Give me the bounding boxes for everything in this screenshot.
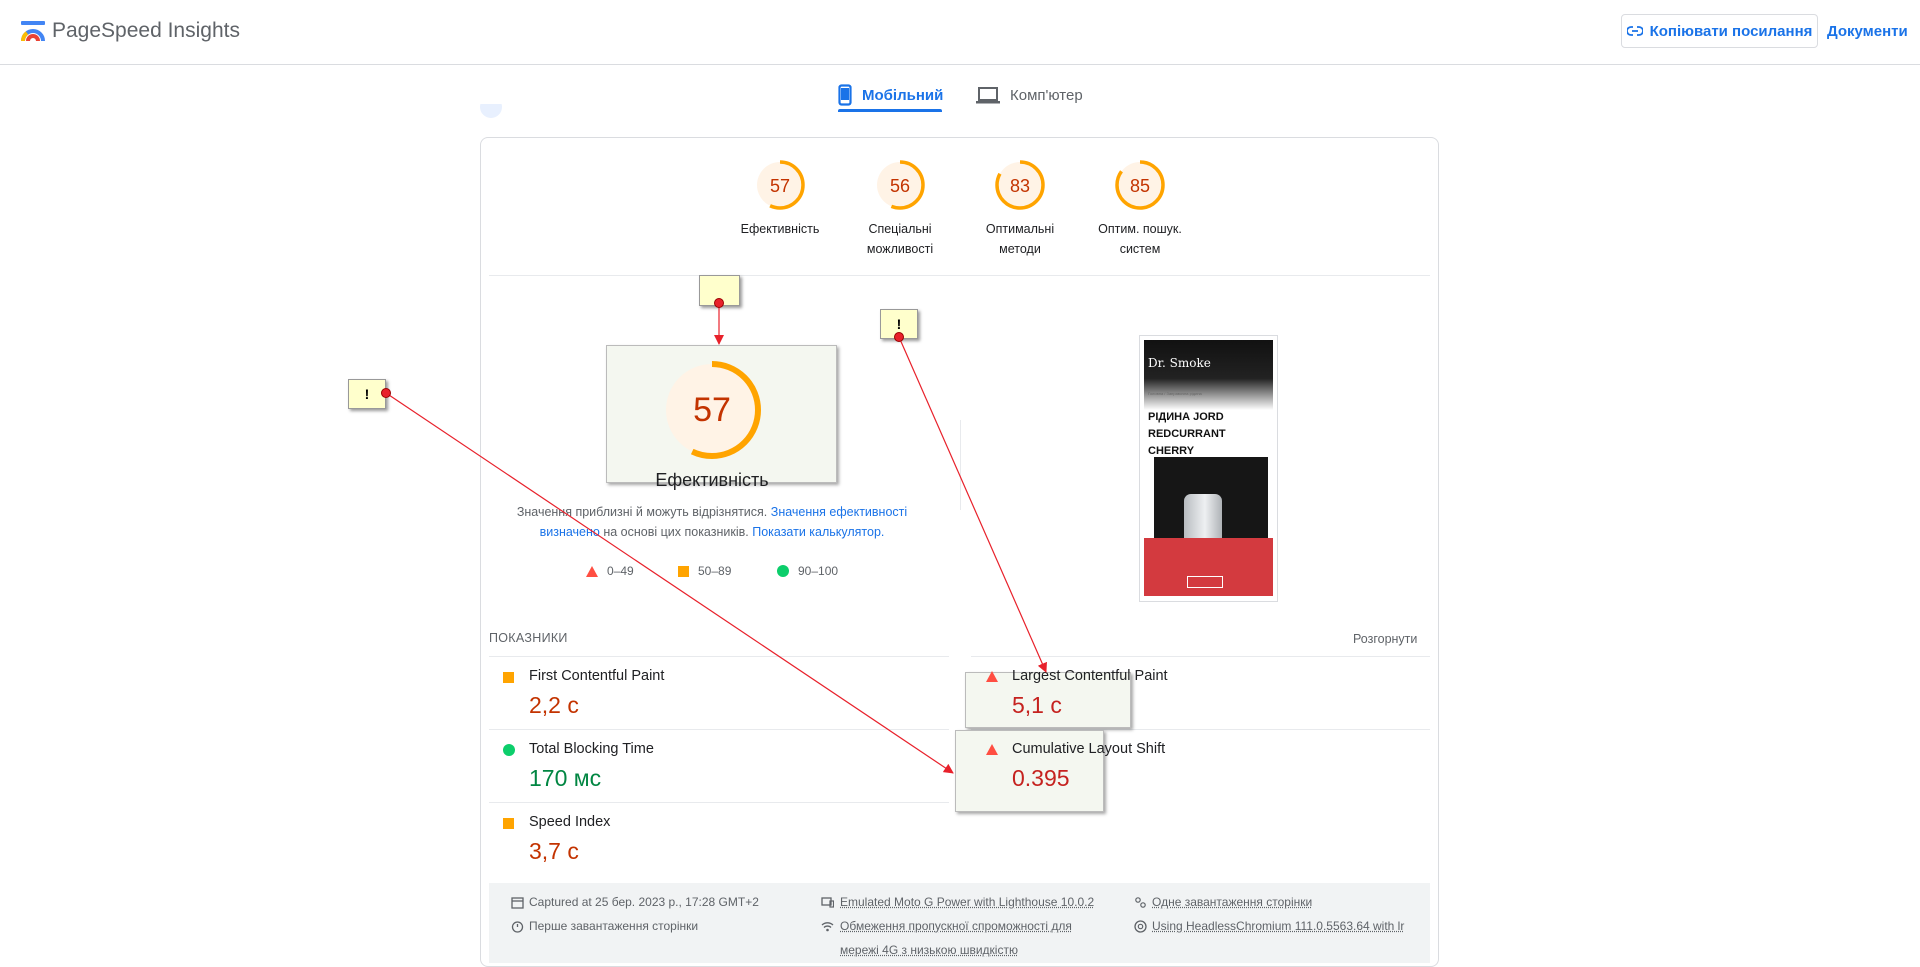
pagespeed-logo-icon[interactable] xyxy=(20,19,46,43)
first-load: Перше завантаження сторінки xyxy=(529,914,698,938)
gauge-score: 57 xyxy=(754,176,806,197)
wifi-icon xyxy=(821,920,834,933)
laptop-icon xyxy=(976,86,1000,104)
calculator-link[interactable]: Показати калькулятор. xyxy=(752,525,884,539)
circle-icon xyxy=(777,565,789,577)
tab-desktop[interactable]: Комп'ютер xyxy=(976,78,1083,112)
metric-name: First Contentful Paint xyxy=(529,668,664,684)
chrome-icon xyxy=(1134,920,1147,933)
metric-name: Cumulative Layout Shift xyxy=(1012,741,1165,757)
emulated-device[interactable]: Emulated Moto G Power with Lighthouse 10… xyxy=(840,890,1094,914)
legend-pass: 90–100 xyxy=(777,564,838,578)
copy-link-button[interactable]: Копіювати посилання xyxy=(1621,14,1818,48)
metric-divider xyxy=(489,656,949,657)
legend-fail: 0–49 xyxy=(586,564,634,578)
tab-desktop-label: Комп'ютер xyxy=(1010,87,1083,104)
single-load[interactable]: Одне завантаження сторінки xyxy=(1152,890,1312,914)
app-title[interactable]: PageSpeed Insights xyxy=(52,19,240,43)
square-icon xyxy=(503,672,514,683)
performance-score: 57 xyxy=(661,391,763,430)
expand-toggle[interactable]: Розгорнути xyxy=(1353,632,1417,646)
calendar-icon xyxy=(511,896,524,909)
report-card xyxy=(480,137,1439,967)
gauge-label: Спеціальні можливості xyxy=(845,219,955,259)
device-icon xyxy=(821,896,834,909)
metric-value: 5,1 с xyxy=(1012,692,1062,719)
active-tab-indicator xyxy=(838,109,942,112)
legend-average: 50–89 xyxy=(678,564,731,578)
gauge-label: Ефективність xyxy=(725,219,835,239)
screenshot-heading: РІДИНА JORD REDCURRANT CHERRY xyxy=(1148,409,1268,460)
metric-value: 0.395 xyxy=(1012,765,1070,792)
tab-mobile[interactable]: Мобільний xyxy=(838,78,943,112)
annotation-note[interactable]: ! xyxy=(880,309,918,339)
metric-value: 2,2 с xyxy=(529,692,579,719)
metric-name: Speed Index xyxy=(529,814,610,830)
section-divider xyxy=(489,275,1430,276)
metric-value: 3,7 с xyxy=(529,838,579,865)
triangle-icon xyxy=(586,566,598,577)
screenshot-banner-button xyxy=(1187,576,1223,588)
metric-divider xyxy=(489,729,949,730)
square-icon xyxy=(503,818,514,829)
gauge-label: Оптимальні методи xyxy=(965,219,1075,259)
metric-divider xyxy=(489,802,949,803)
captured-at: Captured at 25 бер. 2023 р., 17:28 GMT+2 xyxy=(529,890,759,914)
circle-icon xyxy=(503,744,515,756)
gauge-score: 56 xyxy=(874,176,926,197)
top-app-bar: PageSpeed Insights Копіювати посилання Д… xyxy=(0,0,1920,65)
copy-link-label: Копіювати посилання xyxy=(1650,23,1813,40)
phone-icon xyxy=(838,84,852,106)
vertical-divider xyxy=(960,420,961,510)
page-screenshot: Dr. Smoke Головна / Заправочна рідина РІ… xyxy=(1139,335,1278,602)
dots-icon xyxy=(1134,896,1147,909)
triangle-icon xyxy=(986,744,998,755)
metric-divider xyxy=(971,656,1430,657)
gauge-score: 83 xyxy=(994,176,1046,197)
annotation-note[interactable]: ! xyxy=(348,379,386,409)
site-favicon xyxy=(480,96,502,118)
metric-name: Total Blocking Time xyxy=(529,741,654,757)
metrics-header: ПОКАЗНИКИ xyxy=(489,631,568,645)
tab-mobile-label: Мобільний xyxy=(862,87,943,104)
screenshot-breadcrumb: Головна / Заправочна рідина xyxy=(1148,391,1202,396)
screenshot-header xyxy=(1144,340,1273,410)
link-icon xyxy=(1627,26,1643,36)
gauge-score: 85 xyxy=(1114,176,1166,197)
gauge-label: Оптим. пошук. систем xyxy=(1085,219,1195,259)
screenshot-logo: Dr. Smoke xyxy=(1148,356,1211,370)
performance-title: Ефективність xyxy=(612,470,812,491)
triangle-icon xyxy=(986,671,998,682)
square-icon xyxy=(678,566,689,577)
docs-link[interactable]: Документи xyxy=(1827,23,1908,40)
metric-value: 170 мс xyxy=(529,765,601,792)
browser-version[interactable]: Using HeadlessChromium 111.0.5563.64 wit… xyxy=(1152,914,1404,938)
metric-name: Largest Contentful Paint xyxy=(1012,668,1168,684)
annotation-note[interactable] xyxy=(699,275,740,306)
performance-disclaimer: Значення приблизні й можуть відрізнятися… xyxy=(506,502,918,542)
timer-icon xyxy=(511,920,524,933)
